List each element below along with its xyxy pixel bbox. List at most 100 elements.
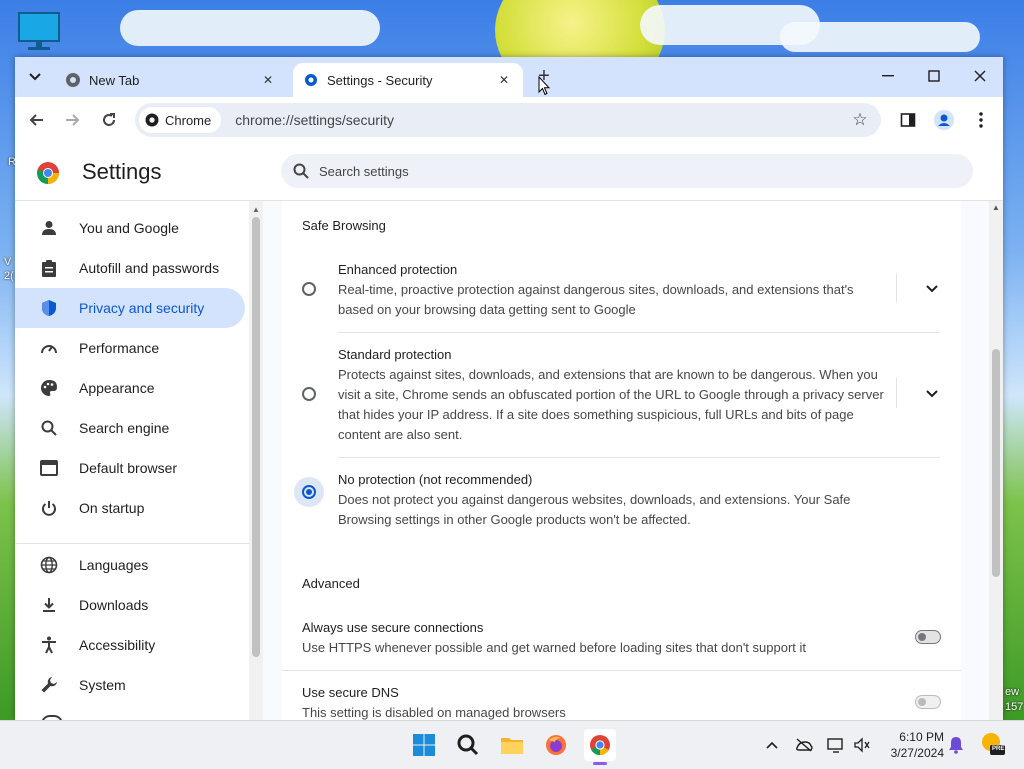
security-card: Safe Browsing Enhanced protection Real-t… (282, 201, 961, 720)
sidebar-item-label: On startup (79, 500, 145, 516)
reload-button[interactable] (94, 105, 124, 135)
sidebar-item-appearance[interactable]: Appearance (15, 368, 245, 408)
expand-standard-button[interactable] (922, 384, 942, 404)
taskbar-search-button[interactable] (452, 729, 484, 761)
shield-icon (39, 298, 59, 318)
sidebar-item-performance[interactable]: Performance (15, 328, 245, 368)
option-description: Protects against sites, downloads, and e… (338, 367, 884, 442)
desktop-fragment: 2( (4, 270, 14, 282)
tab-close-icon[interactable]: ✕ (259, 71, 277, 89)
start-button[interactable] (408, 729, 440, 761)
site-info-chip[interactable]: Chrome (139, 107, 222, 133)
avatar-icon (934, 110, 954, 130)
search-icon (39, 418, 59, 438)
settings-search[interactable] (281, 154, 973, 188)
tab-search-button[interactable] (23, 65, 47, 89)
sidebar-item-default-browser[interactable]: Default browser (15, 448, 245, 488)
file-explorer-button[interactable] (496, 729, 528, 761)
sidebar-item-label: Autofill and passwords (79, 260, 220, 276)
forward-button[interactable] (57, 105, 87, 135)
minimize-button[interactable] (865, 61, 911, 91)
main-scroll-thumb[interactable] (992, 349, 1000, 577)
taskbar-clock[interactable]: 6:10 PM 3/27/2024 (880, 729, 944, 761)
network-status-icon[interactable] (794, 735, 814, 755)
close-window-button[interactable] (957, 61, 1003, 91)
sidebar-item-autofill[interactable]: Autofill and passwords (15, 248, 245, 288)
wallpaper-cloud (780, 22, 980, 52)
sidebar-item-privacy-security[interactable]: Privacy and security (15, 288, 245, 328)
arrow-left-icon (29, 114, 43, 126)
settings-header: Settings (15, 143, 1003, 201)
sidebar-item-on-startup[interactable]: On startup (15, 488, 245, 528)
sidebar-item-accessibility[interactable]: Accessibility (15, 625, 245, 665)
gear-icon (303, 72, 319, 88)
option-title: Enhanced protection (338, 262, 458, 277)
profile-button[interactable] (929, 105, 959, 135)
accessibility-icon (39, 635, 59, 655)
option-description: Does not protect you against dangerous w… (338, 492, 851, 527)
maximize-button[interactable] (911, 61, 957, 91)
main-scrollbar[interactable]: ▲ (989, 201, 1003, 720)
radio-standard-protection[interactable] (302, 387, 316, 401)
address-bar[interactable]: Chrome chrome://settings/security ☆ (135, 103, 881, 137)
divider (896, 273, 897, 303)
sidebar-divider (15, 543, 249, 544)
notification-bell-icon[interactable] (946, 735, 966, 755)
divider (896, 378, 897, 408)
volume-muted-icon[interactable] (852, 735, 872, 755)
sidebar-item-label: Privacy and security (79, 300, 205, 316)
side-panel-button[interactable] (893, 105, 923, 135)
sidebar-item-label: Performance (79, 340, 160, 356)
clock-time: 6:10 PM (899, 730, 944, 744)
sidebar-scroll-thumb[interactable] (252, 217, 260, 657)
setting-description: Use HTTPS whenever possible and get warn… (302, 640, 806, 655)
mouse-cursor-icon (538, 76, 550, 96)
url-text[interactable]: chrome://settings/security (235, 112, 845, 128)
chrome-icon (590, 735, 610, 756)
secure-dns-toggle[interactable] (915, 695, 941, 709)
display-icon[interactable] (826, 735, 846, 755)
side-panel-icon (900, 113, 916, 127)
tab-close-icon[interactable]: ✕ (495, 71, 513, 89)
sidebar-scrollbar[interactable]: ▲ (249, 201, 263, 720)
sidebar-item-label: Accessibility (79, 637, 156, 653)
chevron-up-icon (766, 741, 778, 749)
taskbar: 6:10 PM 3/27/2024 PRE (0, 720, 1024, 769)
radio-no-protection[interactable] (302, 485, 316, 499)
setting-title: Always use secure connections (302, 620, 484, 635)
section-title-advanced: Advanced (302, 576, 360, 591)
sidebar-item-you-and-google[interactable]: You and Google (15, 208, 245, 248)
expand-enhanced-button[interactable] (922, 279, 942, 299)
maximize-icon (928, 70, 940, 82)
tab-strip: New Tab ✕ Settings - Security ✕ + (15, 57, 1003, 97)
sidebar-item-languages[interactable]: Languages (15, 545, 245, 585)
chrome-taskbar-button[interactable] (584, 729, 616, 765)
back-button[interactable] (22, 105, 52, 135)
desktop-computer-icon[interactable] (18, 12, 60, 50)
tab-new-tab[interactable]: New Tab ✕ (55, 63, 287, 97)
search-input[interactable] (317, 162, 921, 180)
sidebar-item-downloads[interactable]: Downloads (15, 585, 245, 625)
tab-settings-security[interactable]: Settings - Security ✕ (293, 63, 523, 97)
sidebar-item-system[interactable]: System (15, 665, 245, 705)
sidebar-item-label: Default browser (79, 460, 178, 476)
arrow-right-icon (66, 114, 80, 126)
browser-window: New Tab ✕ Settings - Security ✕ + Chrome… (15, 57, 1003, 720)
firefox-button[interactable] (540, 729, 572, 761)
desktop-fragment: 157 (1005, 701, 1024, 713)
preview-badge-icon[interactable]: PRE (980, 731, 1006, 757)
show-hidden-icons-button[interactable] (762, 735, 782, 755)
scroll-up-icon[interactable]: ▲ (992, 203, 1000, 212)
settings-main: Safe Browsing Enhanced protection Real-t… (263, 201, 989, 720)
search-icon (293, 163, 309, 179)
https-first-toggle[interactable] (915, 630, 941, 644)
divider (282, 670, 961, 671)
wrench-icon (39, 675, 59, 695)
radio-enhanced-protection[interactable] (302, 282, 316, 296)
bookmark-star-icon[interactable]: ☆ (845, 105, 875, 135)
menu-button[interactable] (966, 105, 996, 135)
settings-sidebar: You and Google Autofill and passwords Pr… (15, 201, 249, 720)
folder-icon (501, 738, 523, 754)
sidebar-item-search-engine[interactable]: Search engine (15, 408, 245, 448)
scroll-up-icon[interactable]: ▲ (252, 205, 260, 214)
